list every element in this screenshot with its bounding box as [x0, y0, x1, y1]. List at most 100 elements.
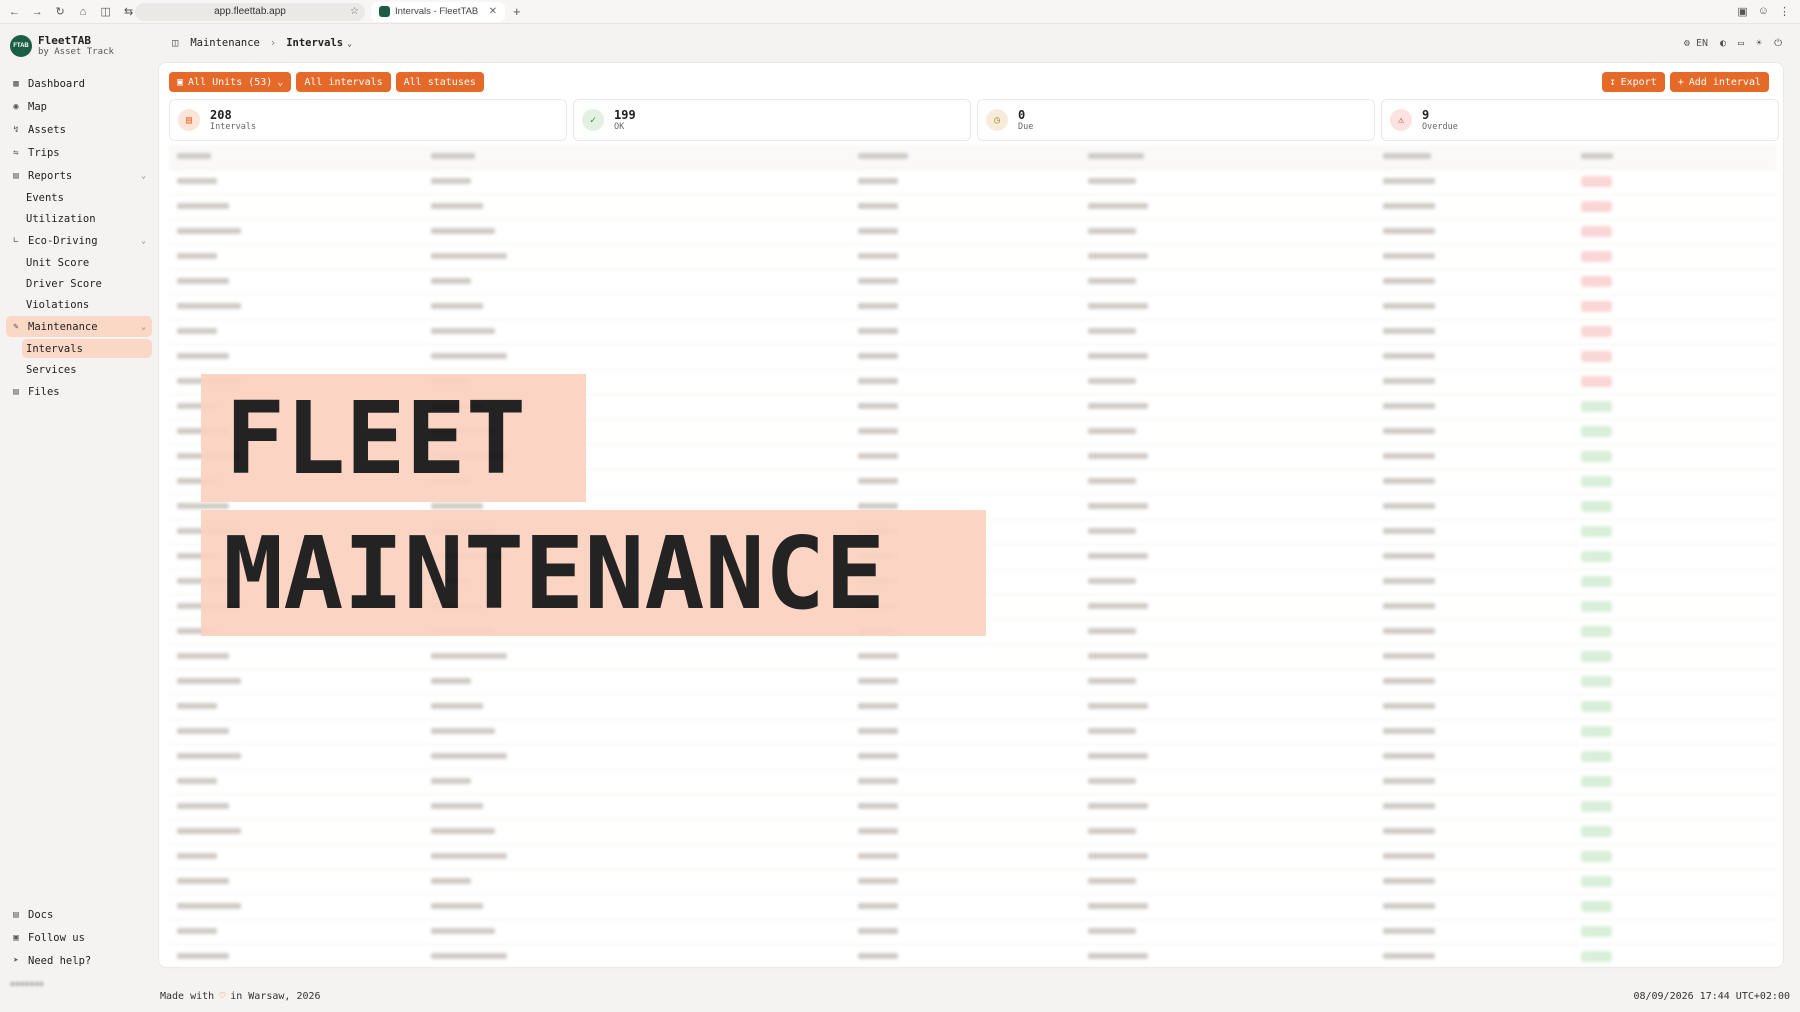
sidebar-item-label: Utilization: [26, 212, 96, 225]
table-row[interactable]: [169, 670, 1777, 695]
table-row[interactable]: [169, 270, 1777, 295]
breadcrumb-parent[interactable]: Maintenance: [190, 37, 260, 49]
table-row[interactable]: [169, 170, 1777, 195]
table-row[interactable]: [169, 895, 1777, 920]
status-badge: [1581, 926, 1613, 937]
table-row[interactable]: [169, 195, 1777, 220]
table-row[interactable]: [169, 220, 1777, 245]
table-row[interactable]: [169, 645, 1777, 670]
report-icon: ▤: [13, 170, 19, 181]
panel-toggle-icon[interactable]: ◫: [172, 37, 178, 49]
close-tab-icon[interactable]: ✕: [489, 6, 497, 17]
sun-icon[interactable]: ☀: [1756, 38, 1762, 49]
sidebar-toggle-icon[interactable]: ◫: [99, 5, 112, 18]
add-interval-button[interactable]: + Add interval: [1669, 72, 1769, 92]
status-badge: [1581, 526, 1613, 537]
statuses-filter-button[interactable]: All statuses: [395, 72, 484, 92]
sidebar-item-map[interactable]: ◉ Map: [6, 96, 152, 117]
site-settings-icon[interactable]: ⇆: [122, 5, 135, 18]
language-button[interactable]: ⚙ EN: [1684, 38, 1708, 49]
monitor-icon[interactable]: ▭: [1738, 38, 1744, 49]
sidebar-item-dashboard[interactable]: ▦ Dashboard: [6, 73, 152, 94]
topbar: ◫ Maintenance › Intervals ⌄ ⚙ EN ◐ ▭ ☀ ⏻: [158, 24, 1800, 62]
sidebar-item-trips[interactable]: ⇋ Trips: [6, 142, 152, 163]
units-filter-label: All Units (53): [188, 76, 273, 88]
sidebar-item-services[interactable]: Services: [22, 360, 152, 379]
sidebar-item-reports[interactable]: ▤ Reports ⌄: [6, 165, 152, 186]
table-row[interactable]: [169, 920, 1777, 945]
table-row[interactable]: [169, 695, 1777, 720]
sidebar-item-maintenance[interactable]: ✎ Maintenance ⌄: [6, 316, 152, 337]
sidebar-item-docs[interactable]: ▤ Docs: [6, 904, 152, 925]
table-row[interactable]: [169, 320, 1777, 345]
bookmark-icon[interactable]: ☆: [350, 6, 359, 17]
sidebar-item-need-help[interactable]: ➤ Need help?: [6, 950, 152, 971]
palette-icon[interactable]: ◐: [1720, 38, 1726, 49]
download-icon: ↧: [1609, 76, 1616, 88]
route-icon: ⇋: [13, 147, 19, 158]
activity-icon: ↯: [13, 124, 19, 135]
sidebar-item-assets[interactable]: ↯ Assets: [6, 119, 152, 140]
table-row[interactable]: [169, 720, 1777, 745]
table-row[interactable]: [169, 770, 1777, 795]
warning-icon: ⚠: [1390, 109, 1412, 131]
file-icon: ▤: [13, 386, 19, 397]
home-icon[interactable]: ⌂: [76, 6, 89, 18]
send-icon: ➤: [13, 955, 19, 966]
back-icon[interactable]: ←: [8, 6, 21, 18]
breadcrumb-current[interactable]: Intervals: [286, 37, 343, 49]
table-row[interactable]: [169, 295, 1777, 320]
status-badge: [1581, 951, 1613, 962]
address-bar[interactable]: app.fleettab.app ☆: [135, 2, 365, 21]
sidebar-item-intervals[interactable]: Intervals: [22, 339, 152, 358]
table-row[interactable]: [169, 845, 1777, 870]
stat-overdue: ⚠ 9 Overdue: [1381, 99, 1779, 141]
forward-icon[interactable]: →: [31, 6, 44, 18]
profile-icon[interactable]: ☺: [1758, 5, 1769, 18]
sidebar-item-label: Dashboard: [28, 77, 85, 90]
status-badge: [1581, 801, 1613, 812]
status-badge: [1581, 426, 1613, 437]
filters: ▣ All Units (53) ⌄ All intervals All statu…: [169, 72, 484, 92]
status-badge: [1581, 726, 1613, 737]
leaf-icon: ∟: [13, 235, 19, 246]
units-filter-button[interactable]: ▣ All Units (53) ⌄: [169, 72, 292, 92]
sidebar-item-utilization[interactable]: Utilization: [22, 209, 152, 228]
new-tab-icon[interactable]: +: [513, 4, 521, 19]
table-row[interactable]: [169, 820, 1777, 845]
status-badge: [1581, 676, 1613, 687]
power-icon[interactable]: ⏻: [1774, 38, 1782, 49]
sidebar-item-label: Files: [28, 385, 60, 398]
sidebar-item-files[interactable]: ▤ Files: [6, 381, 152, 402]
extensions-icon[interactable]: ▣: [1737, 5, 1747, 18]
sidebar-item-follow-us[interactable]: ▣ Follow us: [6, 927, 152, 948]
reload-icon[interactable]: ↻: [54, 5, 67, 18]
status-badge: [1581, 876, 1613, 887]
export-button[interactable]: ↧ Export: [1601, 72, 1665, 92]
chevron-down-icon: ⌄: [141, 236, 146, 245]
table-row[interactable]: [169, 795, 1777, 820]
sidebar-item-label: Driver Score: [26, 277, 102, 290]
brand[interactable]: FTAB FleetTAB by Asset Track: [0, 24, 158, 65]
status-badge: [1581, 301, 1613, 312]
status-badge: [1581, 501, 1613, 512]
sidebar-item-eco-driving[interactable]: ∟ Eco-Driving ⌄: [6, 230, 152, 251]
intervals-filter-button[interactable]: All intervals: [296, 72, 391, 92]
table-row[interactable]: [169, 745, 1777, 770]
table-row[interactable]: [169, 245, 1777, 270]
sidebar-item-events[interactable]: Events: [22, 188, 152, 207]
sidebar-item-driver-score[interactable]: Driver Score: [22, 274, 152, 293]
sidebar-item-unit-score[interactable]: Unit Score: [22, 253, 152, 272]
truck-icon: ▣: [177, 76, 184, 88]
table-row[interactable]: [169, 870, 1777, 895]
table-row[interactable]: [169, 945, 1777, 970]
menu-icon[interactable]: ⋮: [1779, 5, 1790, 18]
status-badge: [1581, 251, 1613, 262]
chevron-down-icon[interactable]: ⌄: [347, 39, 352, 48]
user-account-blurred[interactable]: ●●●●●●●: [10, 979, 44, 988]
table-row[interactable]: [169, 345, 1777, 370]
check-circle-icon: ✓: [582, 109, 604, 131]
browser-tab[interactable]: Intervals - FleetTAB ✕: [371, 1, 505, 22]
stat-value: 0: [1018, 108, 1026, 122]
sidebar-item-violations[interactable]: Violations: [22, 295, 152, 314]
